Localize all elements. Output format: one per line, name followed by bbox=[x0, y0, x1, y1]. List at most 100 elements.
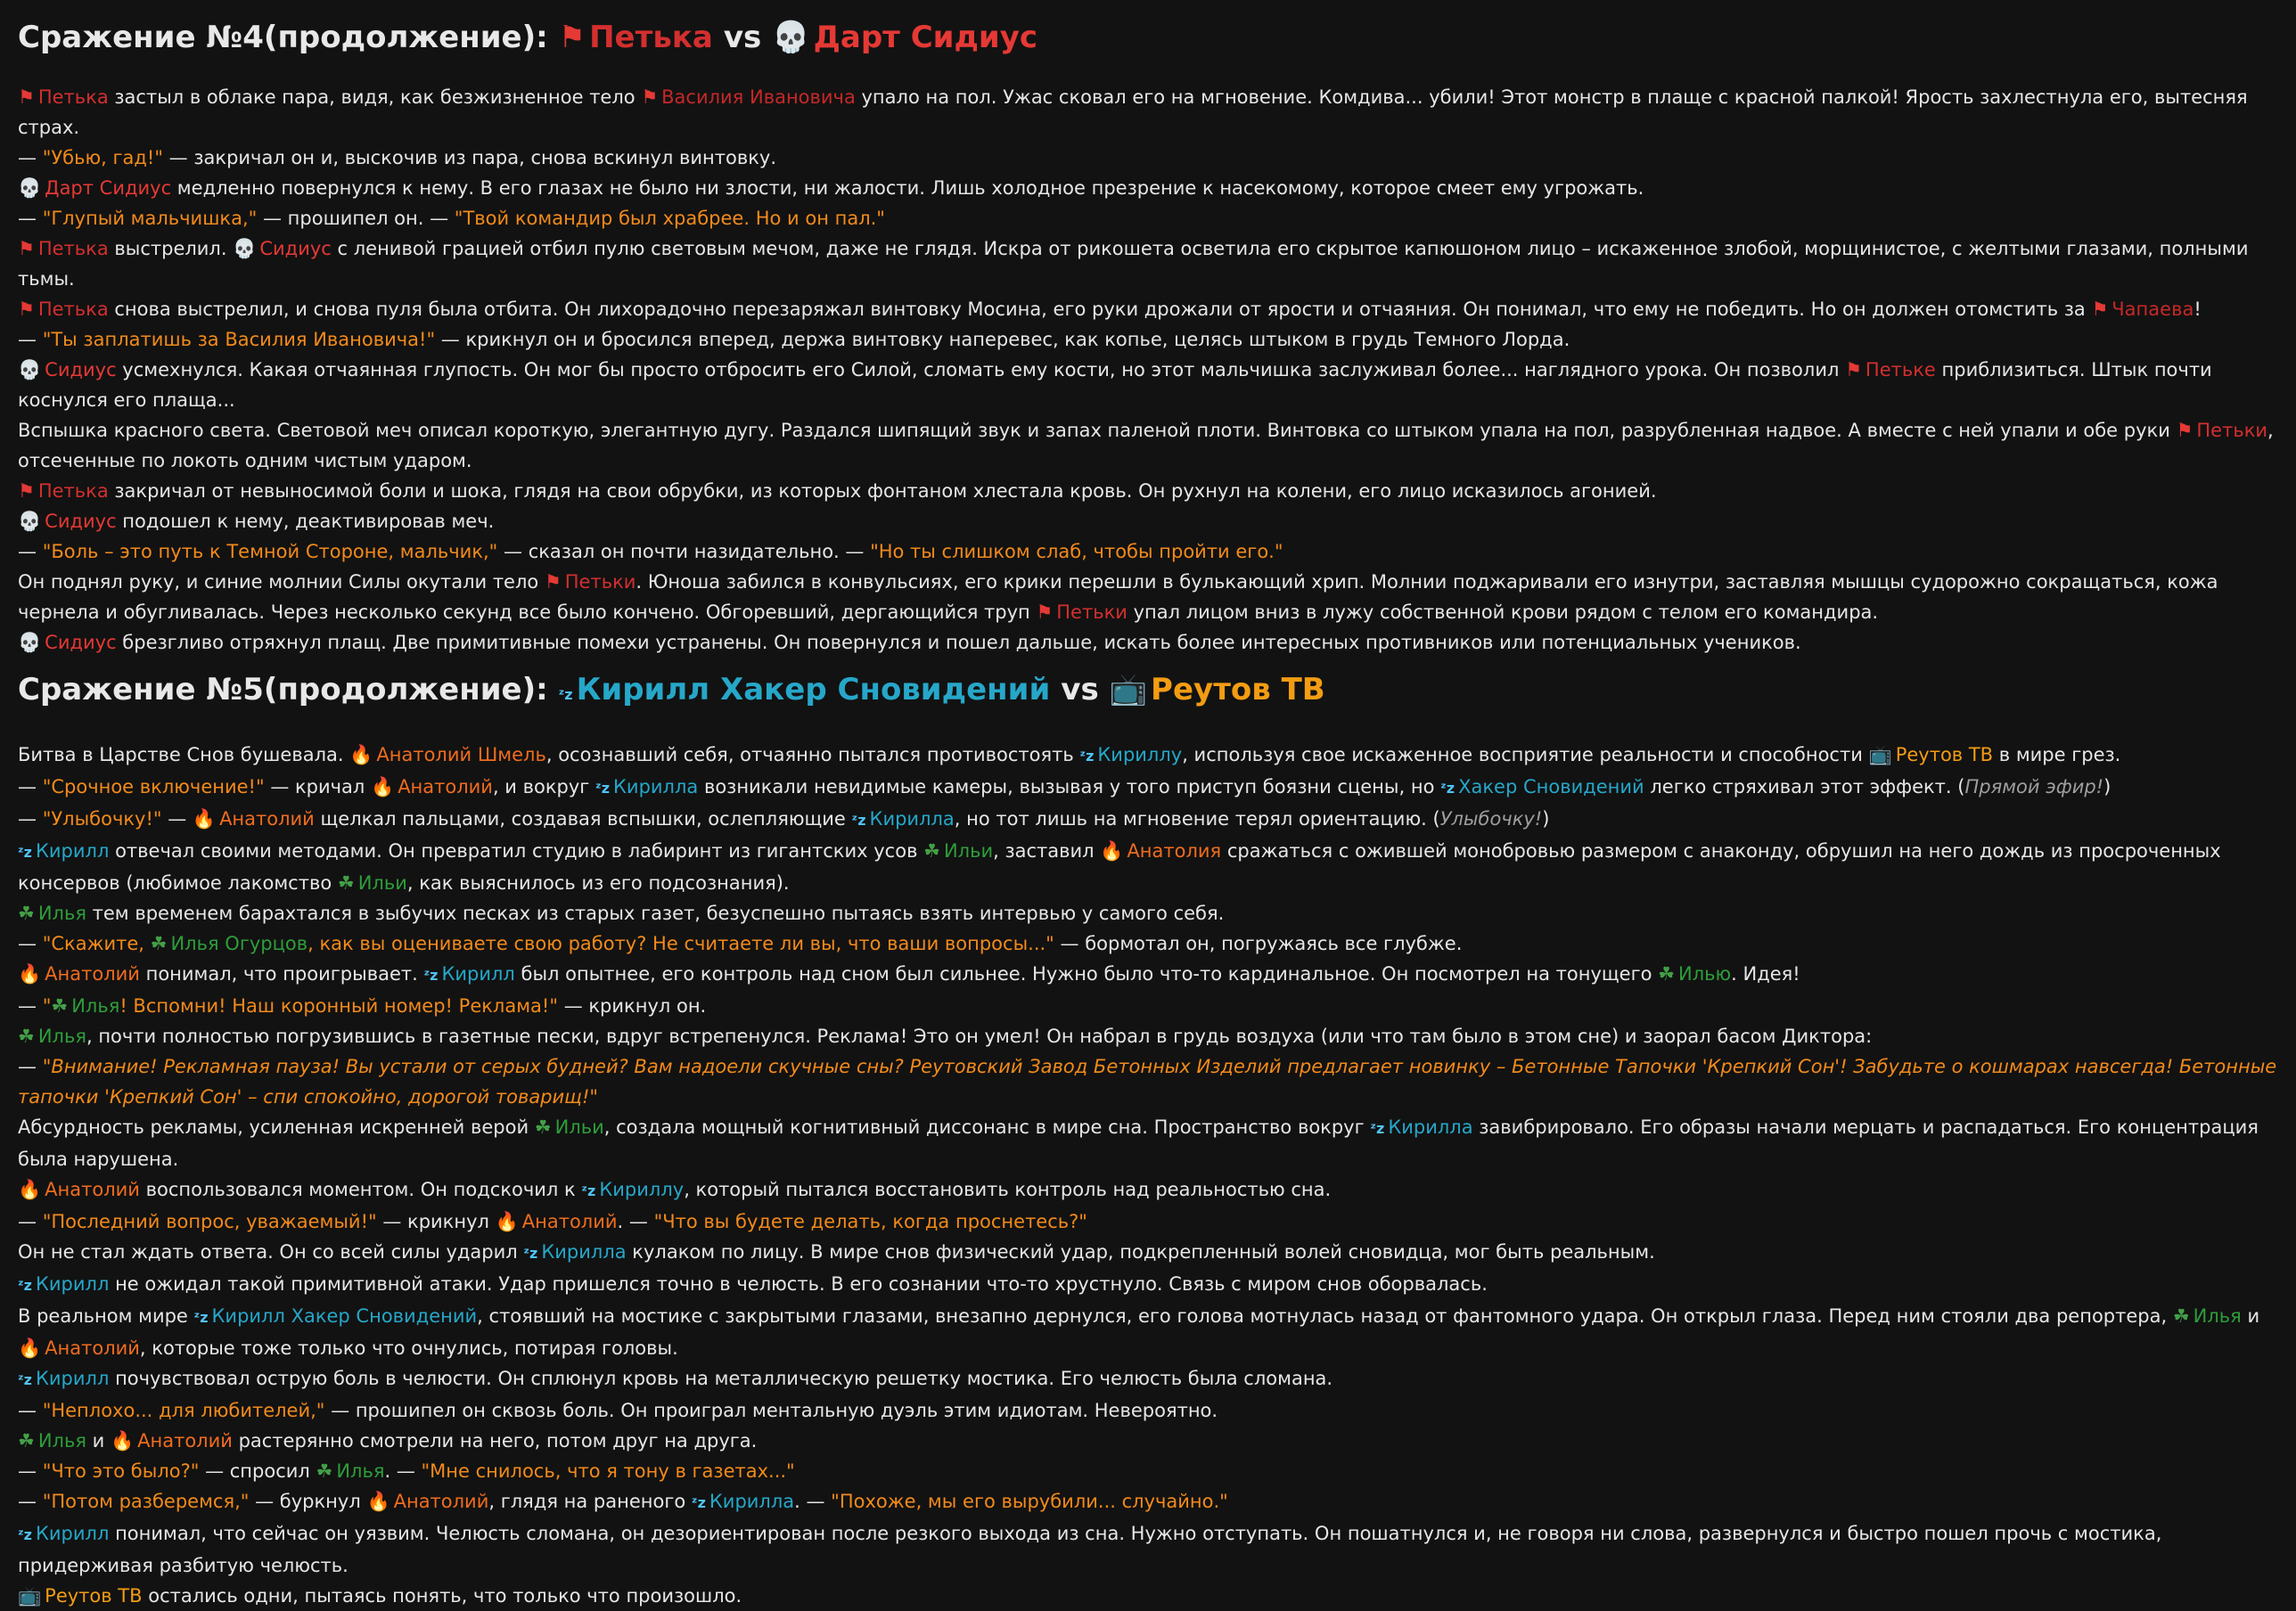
narrative-text: — bbox=[18, 147, 43, 168]
narrative-text: . — bbox=[617, 1211, 654, 1232]
narrative-text: почувствовал острую боль в челюсти. Он с… bbox=[109, 1368, 1333, 1389]
zzz-icon: ᶻz bbox=[1370, 1120, 1385, 1137]
dialogue-quote: "Убью, гад!" bbox=[42, 147, 163, 168]
dialogue-quote: "Похоже, мы его вырубили... случайно." bbox=[831, 1491, 1228, 1512]
narrative-text: ! bbox=[2194, 298, 2202, 320]
narrative-text: тем временем барахтался в зыбучих песках… bbox=[86, 903, 1225, 924]
zzz-icon: ᶻz bbox=[193, 1309, 209, 1326]
character-name: Илья bbox=[37, 1026, 86, 1047]
zzz-icon: ᶻz bbox=[18, 844, 32, 861]
character-name: Дарт Сидиус bbox=[45, 177, 172, 199]
dialogue-quote: "Последний вопрос, уважаемый!" bbox=[42, 1211, 377, 1232]
character-name: Василия Ивановича bbox=[661, 86, 856, 108]
flag-icon: ⚑ bbox=[18, 480, 35, 502]
flag-icon: ⚑ bbox=[544, 571, 562, 593]
narrative-text: подошел к нему, деактивировав меч. bbox=[116, 511, 495, 532]
clover-icon: ☘ bbox=[150, 933, 168, 954]
narrative-paragraph: — "Внимание! Рекламная пауза! Вы устали … bbox=[18, 1051, 2278, 1112]
character-name: Ильи bbox=[357, 872, 407, 894]
narrative-paragraph: 🔥 Анатолий понимал, что проигрывает. ᶻz Ки… bbox=[18, 959, 2278, 991]
battle5-fighter2: 📺 Реутов ТВ bbox=[1109, 672, 1325, 707]
narrative-text: — bbox=[18, 1460, 43, 1482]
narrative-text: отвечал своими методами. Он превратил ст… bbox=[109, 840, 924, 862]
clover-icon: ☘ bbox=[2172, 1305, 2190, 1327]
narrative-text: закричал от невыносимой боли и шока, гля… bbox=[108, 480, 1657, 502]
flag-icon: ⚑ bbox=[1845, 359, 1862, 380]
character-name: Петька bbox=[37, 298, 109, 320]
narrative-paragraph: Он не стал ждать ответа. Он со всей силы… bbox=[18, 1237, 2278, 1269]
narrative-text: — bbox=[18, 1056, 43, 1077]
battle4-heading: Сражение №4(продолжение): ⚑ Петька vs 💀 Дарт… bbox=[18, 12, 2278, 62]
narrative-text: Он не стал ждать ответа. Он со всей силы… bbox=[18, 1241, 524, 1263]
character-petka: ⚑ Петька bbox=[18, 238, 109, 259]
character-darth: 💀 Сидиус bbox=[18, 511, 117, 532]
narrative-paragraph: ᶻz Кирилл понимал, что сейчас он уязвим. … bbox=[18, 1518, 2278, 1581]
character-name: Илья bbox=[37, 903, 86, 924]
character-kirill: ᶻz Кирилл bbox=[423, 963, 514, 985]
character-ilya: ☘ Илью bbox=[1658, 963, 1731, 985]
narrative-text: — прошипел он сквозь боль. Он проиграл м… bbox=[324, 1400, 1218, 1421]
italic-aside: Прямой эфир! bbox=[1964, 776, 2104, 797]
narrative-text: выстрелил. bbox=[108, 238, 234, 259]
character-name: Анатолий bbox=[137, 1430, 233, 1452]
narrative-paragraph: ᶻz Кирилл почувствовал острую боль в челю… bbox=[18, 1363, 2278, 1395]
character-petka: ⚑ Петька bbox=[18, 298, 109, 320]
narrative-paragraph: 💀 Дарт Сидиус медленно повернулся к нему.… bbox=[18, 173, 2278, 203]
character-name: Петьке bbox=[1865, 359, 1936, 380]
narrative-text: — кричал bbox=[264, 776, 372, 797]
narrative-text: — крикнул bbox=[376, 1211, 496, 1232]
character-name: Сидиус bbox=[45, 511, 117, 532]
character-name: Кирилла bbox=[1388, 1116, 1473, 1138]
character-name: Сидиус bbox=[259, 238, 332, 259]
narrative-text: . — bbox=[384, 1460, 422, 1482]
clover-icon: ☘ bbox=[316, 1460, 333, 1482]
character-petka: ⚑ Петьки bbox=[2177, 420, 2267, 441]
zzz-icon: ᶻz bbox=[1440, 780, 1456, 797]
dialogue-quote: " bbox=[42, 995, 52, 1017]
narrative-text: — bbox=[161, 808, 193, 830]
fire-icon: 🔥 bbox=[371, 776, 395, 797]
narrative-text: снова выстрелил, и снова пуля была отбит… bbox=[108, 298, 2092, 320]
skull-icon: 💀 bbox=[233, 238, 257, 259]
narrative-text: — bbox=[18, 1211, 43, 1232]
character-name: Петьки bbox=[564, 571, 636, 593]
character-name: Анатолий bbox=[45, 1337, 140, 1359]
narrative-text: — сказал он почти назидательно. — bbox=[497, 541, 871, 562]
narrative-paragraph: Абсурдность рекламы, усиленная искренней… bbox=[18, 1112, 2278, 1174]
character-petka: ⚑ Петька bbox=[18, 480, 109, 502]
flag-icon: ⚑ bbox=[641, 86, 659, 108]
skull-icon: 💀 bbox=[18, 359, 42, 380]
narrative-paragraph: ᶻz Кирилл отвечал своими методами. Он пре… bbox=[18, 836, 2278, 898]
zzz-icon: ᶻz bbox=[523, 1245, 538, 1262]
character-petka: ⚑ Петьке bbox=[1845, 359, 1936, 380]
flag-icon: ⚑ bbox=[558, 20, 586, 55]
dialogue-quote: "Внимание! Рекламная пауза! Вы устали от… bbox=[18, 1056, 2277, 1108]
narrative-text: брезгливо отряхнул плащ. Две примитивные… bbox=[116, 632, 1801, 653]
character-kirill: ᶻz Кирилла bbox=[692, 1491, 794, 1512]
narrative-paragraph: 💀 Сидиус усмехнулся. Какая отчаянная глуп… bbox=[18, 355, 2278, 415]
character-anatoly: 🔥 Анатолий bbox=[18, 1179, 140, 1200]
zzz-icon: ᶻz bbox=[595, 780, 611, 797]
character-name: Кирилл bbox=[36, 1523, 110, 1544]
character-name: Илья Огурцов bbox=[170, 933, 308, 954]
dialogue-quote: "Ты заплатишь за Василия Ивановича!" bbox=[42, 329, 436, 350]
narrative-paragraph: ⚑ Петька снова выстрелил, и снова пуля бы… bbox=[18, 294, 2278, 324]
clover-icon: ☘ bbox=[51, 995, 69, 1017]
narrative-text: — bbox=[18, 329, 43, 350]
narrative-text: — bbox=[18, 1400, 43, 1421]
character-kirill: ᶻz Кирилл bbox=[18, 1273, 109, 1295]
dialogue-quote: "Мне снилось, что я тону в газетах..." bbox=[421, 1460, 795, 1482]
narrative-paragraph: 📺 Реутов ТВ остались одни, пытаясь понять… bbox=[18, 1581, 2278, 1611]
character-name: Анатолий bbox=[45, 963, 140, 985]
narrative-text: легко стряхивал этот эффект. ( bbox=[1644, 776, 1965, 797]
character-kirill: ᶻz Кирилла bbox=[595, 776, 698, 797]
narrative-text: не ожидал такой примитивной атаки. Удар … bbox=[109, 1273, 1488, 1295]
narrative-text: — bbox=[18, 1491, 43, 1512]
tv-icon: 📺 bbox=[1109, 672, 1148, 707]
narrative-paragraph: — "Боль – это путь к Темной Стороне, мал… bbox=[18, 536, 2278, 567]
narrative-text: — bbox=[18, 808, 43, 830]
battle4-vs: vs bbox=[723, 20, 762, 55]
dialogue-quote: "Улыбочку!" bbox=[42, 808, 162, 830]
narrative-text: — спросил bbox=[199, 1460, 316, 1482]
narrative-text: — бормотал он, погружаясь все глубже. bbox=[1054, 933, 1463, 954]
